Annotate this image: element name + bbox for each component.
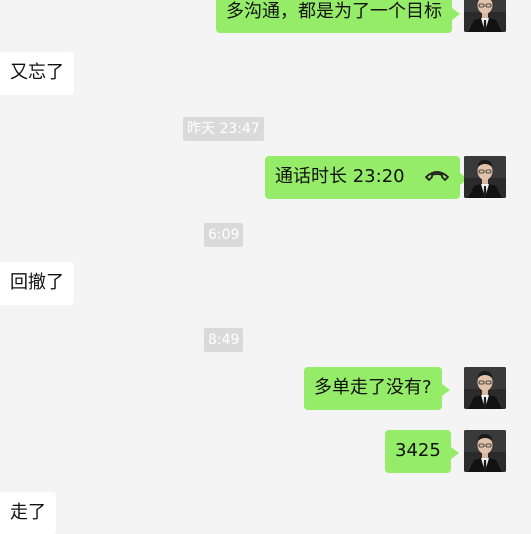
incoming-message-bubble[interactable]: 回撤了 [0,262,74,305]
avatar[interactable] [464,156,506,198]
avatar[interactable] [464,367,506,409]
timestamp-label: 8:49 [204,328,244,352]
incoming-message-bubble[interactable]: 又忘了 [0,52,74,95]
avatar-image [464,156,506,198]
avatar[interactable] [464,430,506,472]
avatar[interactable] [464,0,506,32]
outgoing-message-bubble[interactable]: 多沟通，都是为了一个目标 [216,0,460,33]
message-text: 多单走了没有? [314,377,432,398]
timestamp-label: 6:09 [204,223,244,247]
call-record-bubble[interactable]: 通话时长 23:20 [265,156,469,199]
outgoing-message-bubble[interactable]: 3425 [385,430,459,473]
message-text: 多沟通，都是为了一个目标 [226,1,442,22]
avatar-image [464,0,506,32]
avatar-image [464,367,506,409]
incoming-message-bubble[interactable]: 走了 [0,492,56,534]
message-text: 回撤了 [10,272,64,293]
chat-window: 多沟通，都是为了一个目标 又忘了 昨天 23:47 通话时长 23:20 6:0… [0,0,531,534]
timestamp-label: 昨天 23:47 [183,117,264,141]
avatar-image [464,430,506,472]
message-text: 又忘了 [10,62,64,83]
message-text: 3425 [395,440,441,461]
outgoing-message-bubble[interactable]: 多单走了没有? [304,367,450,410]
message-text: 走了 [10,502,46,523]
phone-hangup-icon [424,167,450,187]
message-text: 通话时长 23:20 [275,166,405,187]
